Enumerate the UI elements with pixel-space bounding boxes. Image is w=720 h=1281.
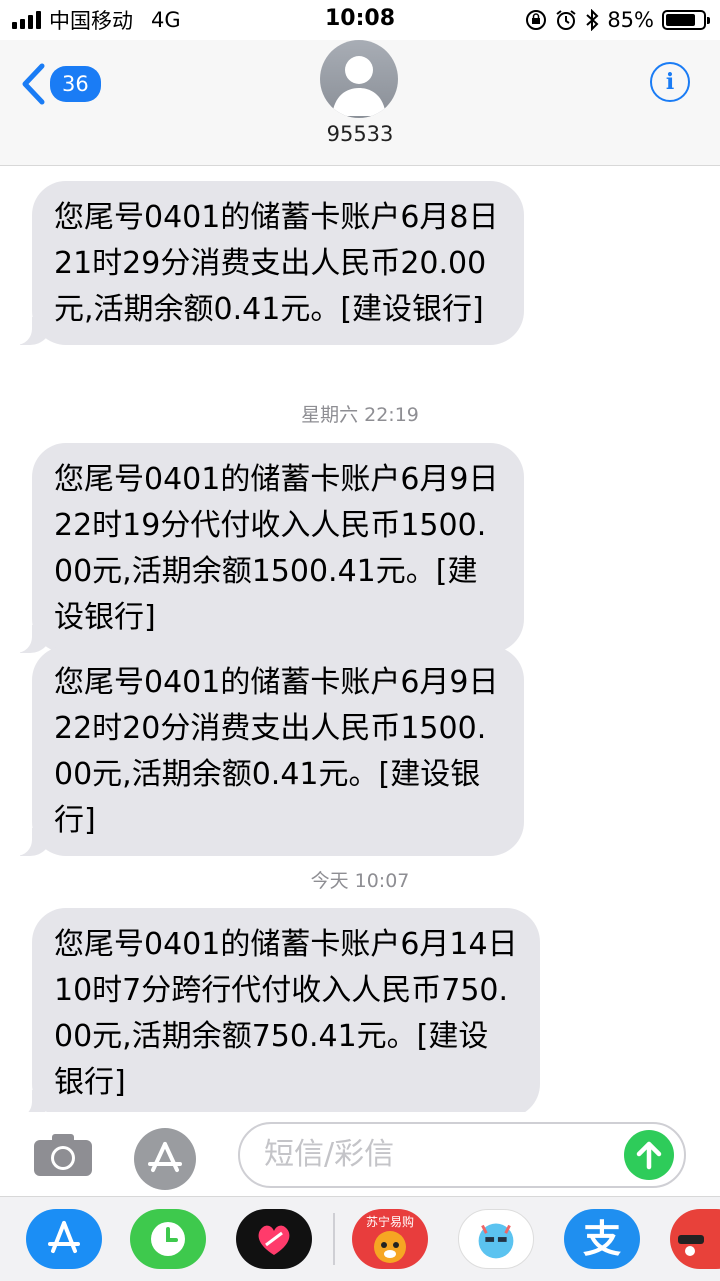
battery-percent: 85%: [607, 8, 654, 32]
message-text: 您尾号0401的储蓄卡账户6月9日22时19分代付收入人民币1500.00元,活…: [54, 462, 499, 635]
message-text: 您尾号0401的储蓄卡账户6月14日10时7分跨行代付收入人民币750.00元,…: [54, 927, 518, 1100]
timestamp: 今天 10:07: [310, 870, 410, 892]
clock-icon[interactable]: [130, 1209, 206, 1269]
bubble-tail: [12, 826, 52, 856]
heart-icon[interactable]: [236, 1209, 312, 1269]
suning-label: 苏宁易购: [365, 1215, 414, 1229]
battery-fill: [666, 14, 695, 26]
chevron-left-icon: [22, 63, 45, 105]
message-text: 您尾号0401的储蓄卡账户6月9日22时20分消费支出人民币1500.00元,活…: [54, 665, 499, 838]
app-store-glyph: [48, 1221, 80, 1253]
conversation-header: 36 95533 i: [0, 40, 720, 166]
app-drawer: 苏宁易购 支: [0, 1196, 720, 1281]
send-button[interactable]: [624, 1130, 674, 1180]
message-bubble[interactable]: 您尾号0401的储蓄卡账户6月14日10时7分跨行代付收入人民币750.00元,…: [12, 908, 540, 1118]
message-input[interactable]: 短信/彩信: [238, 1122, 686, 1188]
alarm-icon: [556, 10, 576, 30]
character-glyph: [678, 1235, 704, 1256]
message-bubble[interactable]: 您尾号0401的储蓄卡账户6月9日22时20分消费支出人民币1500.00元,活…: [12, 646, 524, 856]
heart-glyph: [258, 1225, 290, 1255]
back-button[interactable]: 36: [20, 62, 101, 106]
contact-name[interactable]: 95533: [0, 122, 720, 146]
status-right: 85%: [525, 6, 710, 34]
drawer-divider: [333, 1213, 335, 1265]
app-store-button[interactable]: [134, 1128, 196, 1190]
avatar[interactable]: [320, 40, 398, 118]
message-bubble[interactable]: 您尾号0401的储蓄卡账户6月9日22时19分代付收入人民币1500.00元,活…: [12, 443, 524, 653]
bubble-tail: [12, 623, 52, 653]
app-store-icon: [148, 1142, 182, 1172]
blue-monster-icon[interactable]: [458, 1209, 534, 1269]
unread-count-badge: 36: [50, 66, 101, 102]
alipay-icon[interactable]: 支: [564, 1209, 640, 1269]
bubble-tail: [12, 315, 52, 345]
timestamp: 星期六 22:19: [301, 404, 419, 426]
info-button[interactable]: i: [650, 62, 690, 102]
red-character-icon[interactable]: [670, 1209, 720, 1269]
monster-glyph: [478, 1223, 514, 1259]
arrow-up-icon: [636, 1141, 662, 1170]
person-silhouette-icon: [332, 56, 386, 116]
rotation-lock-icon: [526, 10, 547, 30]
camera-icon[interactable]: [32, 1132, 94, 1178]
app-store-icon[interactable]: [26, 1209, 102, 1269]
input-bar: 短信/彩信: [0, 1112, 720, 1196]
battery-icon: [662, 10, 710, 30]
bluetooth-icon: [586, 9, 599, 31]
input-placeholder: 短信/彩信: [264, 1137, 395, 1172]
status-bar: 中国移动 4G 10:08 85%: [0, 0, 720, 40]
alipay-label: 支: [582, 1217, 621, 1261]
message-bubble[interactable]: 您尾号0401的储蓄卡账户6月8日21时29分消费支出人民币20.00元,活期余…: [12, 181, 524, 345]
message-text: 您尾号0401的储蓄卡账户6月8日21时29分消费支出人民币20.00元,活期余…: [54, 200, 499, 327]
clock-glyph: [151, 1222, 185, 1256]
suning-icon[interactable]: 苏宁易购: [352, 1209, 428, 1269]
